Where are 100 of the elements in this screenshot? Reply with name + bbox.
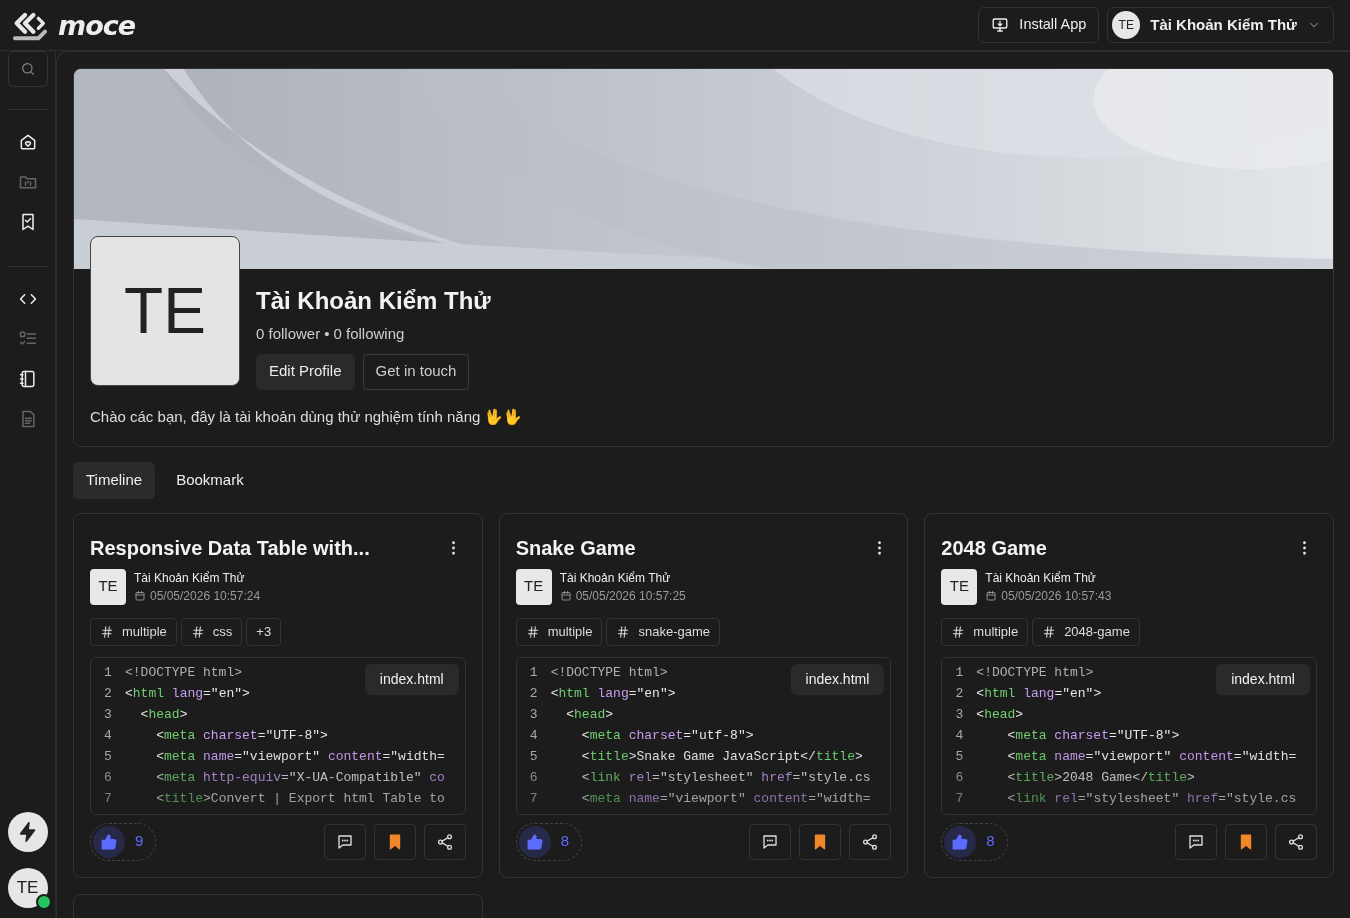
line-number: 4 xyxy=(954,726,965,745)
post-title: Responsive Data Table with... xyxy=(90,535,370,561)
code-line: <!DOCTYPE html> xyxy=(550,663,668,682)
tag-chip[interactable]: css xyxy=(180,617,243,646)
monitor-download-icon xyxy=(991,16,1010,34)
quick-action-button[interactable] xyxy=(7,812,48,852)
message-icon xyxy=(1187,832,1205,851)
bookmark-button[interactable] xyxy=(373,823,416,860)
bookmark-button[interactable] xyxy=(1225,823,1267,860)
code-line: <meta name="viewport" content="width= xyxy=(1006,747,1297,766)
author-avatar: TE xyxy=(90,568,126,605)
post-date: 05/05/2026 10:57:24 xyxy=(150,587,261,605)
line-number: 4 xyxy=(103,726,113,745)
message-icon xyxy=(761,832,780,851)
profile-bio: Chào các bạn, đây là tài khoản dùng thử nghiệm tính năng 🖖🖖 xyxy=(89,406,524,427)
comment-button[interactable] xyxy=(1175,823,1217,860)
hash-icon xyxy=(951,624,966,639)
code-line: <meta http-equiv="X-UA-Compatible" co xyxy=(155,768,445,787)
message-icon xyxy=(335,832,354,851)
share-button[interactable] xyxy=(423,823,466,860)
hash-icon xyxy=(525,624,540,639)
line-number: 6 xyxy=(103,768,113,787)
author-name: Tài Khoản Kiểm Thử xyxy=(559,569,672,587)
account-menu-button[interactable]: TE Tài Khoản Kiểm Thử xyxy=(1107,7,1334,43)
share-icon xyxy=(1287,832,1305,851)
brand-name: moce xyxy=(58,9,135,41)
line-number: 1 xyxy=(103,663,113,682)
tag-chip[interactable]: multiple xyxy=(941,617,1029,646)
code-line: <head> xyxy=(976,705,1024,724)
comment-button[interactable] xyxy=(323,823,366,860)
following-count: 0 following xyxy=(333,324,405,345)
code-line: <html lang="en"> xyxy=(976,684,1102,703)
line-number: 3 xyxy=(528,705,539,724)
edit-profile-button[interactable]: Edit Profile xyxy=(256,353,355,390)
author-avatar: TE xyxy=(515,568,552,605)
code-line: <meta name="viewport" content="width= xyxy=(155,747,445,766)
code-line: <meta charset="utf-8"> xyxy=(580,726,754,745)
notebook-icon xyxy=(17,369,38,390)
post-title: 2048 Game xyxy=(941,535,1047,561)
code-line: <html lang="en"> xyxy=(125,684,250,703)
line-number: 5 xyxy=(528,747,539,766)
profile-avatar: TE xyxy=(90,236,240,387)
share-button[interactable] xyxy=(1275,823,1317,860)
tag-chip[interactable]: multiple xyxy=(515,617,603,646)
install-app-button[interactable]: Install App xyxy=(978,7,1100,43)
hash-icon xyxy=(616,624,631,639)
search-icon xyxy=(19,61,36,78)
share-button[interactable] xyxy=(849,823,892,860)
post-date: 05/05/2026 10:57:43 xyxy=(1001,587,1112,605)
follower-count: 0 follower xyxy=(256,324,321,345)
line-number: 2 xyxy=(528,684,539,703)
code-line: <!DOCTYPE html> xyxy=(976,663,1094,682)
calendar-icon xyxy=(559,589,572,602)
code-line: <meta charset="UTF-8"> xyxy=(1006,726,1180,745)
more-tags-chip[interactable]: +3 xyxy=(246,617,282,646)
tab[interactable]: Timeline xyxy=(73,462,156,499)
share-icon xyxy=(435,832,454,851)
line-number: 5 xyxy=(103,747,113,766)
contact-button[interactable]: Get in touch xyxy=(362,353,470,390)
code-line: <head> xyxy=(139,705,188,724)
author-name: Tài Khoản Kiểm Thử xyxy=(134,569,246,587)
calendar-icon xyxy=(985,589,998,602)
line-number: 6 xyxy=(954,768,965,787)
user-avatar: TE xyxy=(1112,11,1141,39)
line-number: 7 xyxy=(528,789,539,808)
line-number: 2 xyxy=(954,684,965,703)
user-avatar[interactable]: TE xyxy=(7,868,48,908)
post-title: Snake Game xyxy=(515,535,636,561)
code-line: <meta name="viewport" content="width= xyxy=(580,789,871,808)
post-date: 05/05/2026 10:57:25 xyxy=(575,587,686,605)
hash-icon xyxy=(100,624,114,639)
calendar-icon xyxy=(134,589,146,602)
line-number: 4 xyxy=(528,726,539,745)
tag-chip[interactable]: multiple xyxy=(90,617,177,646)
hash-icon xyxy=(190,624,205,639)
line-number: 6 xyxy=(528,768,539,787)
user-name: Tài Khoản Kiểm Thử xyxy=(1150,14,1297,35)
code-line: <!DOCTYPE html> xyxy=(125,663,243,682)
tag-chip[interactable]: snake-game xyxy=(606,617,720,646)
separator-dot: • xyxy=(324,324,330,345)
bookmark-button[interactable] xyxy=(799,823,842,860)
line-number: 3 xyxy=(103,705,113,724)
tag-chip[interactable]: 2048-game xyxy=(1032,617,1140,646)
tab[interactable]: Bookmark xyxy=(163,462,257,499)
author-avatar: TE xyxy=(941,568,978,605)
line-number: 1 xyxy=(954,663,965,682)
file-name-label: index.html xyxy=(364,663,459,695)
code-line: <meta charset="UTF-8"> xyxy=(155,726,328,745)
search-button[interactable] xyxy=(7,51,48,88)
code-line: <title>Snake Game JavaScript</title> xyxy=(580,747,863,766)
code-line: <title>2048 Game</title> xyxy=(1006,768,1195,787)
code-line: <html lang="en"> xyxy=(550,684,676,703)
line-number: 1 xyxy=(528,663,539,682)
line-number: 2 xyxy=(103,684,113,703)
hash-icon xyxy=(1042,624,1057,639)
profile-name: Tài Khoản Kiểm Thử xyxy=(256,286,491,317)
file-name-label: index.html xyxy=(790,663,885,695)
comment-button[interactable] xyxy=(749,823,792,860)
author-name: Tài Khoản Kiểm Thử xyxy=(985,569,1097,587)
code-line: <link rel="stylesheet" href="style.cs xyxy=(580,768,871,787)
